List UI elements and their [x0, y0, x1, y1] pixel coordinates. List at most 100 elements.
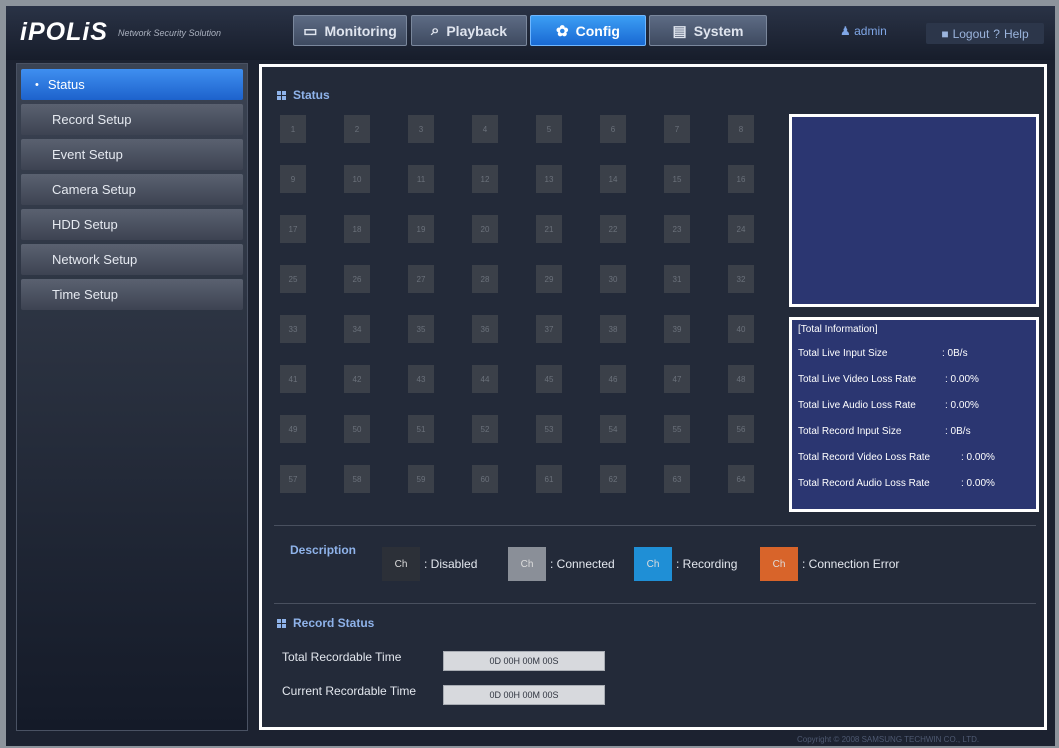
- channel-cell[interactable]: 46: [600, 365, 626, 393]
- channel-cell[interactable]: 33: [280, 315, 306, 343]
- channel-cell[interactable]: 17: [280, 215, 306, 243]
- tab-config[interactable]: ✿ Config: [530, 15, 646, 46]
- channel-cell[interactable]: 48: [728, 365, 754, 393]
- help-link[interactable]: Help: [1004, 27, 1029, 41]
- channel-cell[interactable]: 32: [728, 265, 754, 293]
- channel-cell[interactable]: 2: [344, 115, 370, 143]
- logout-icon: ■: [941, 26, 949, 41]
- channel-cell[interactable]: 13: [536, 165, 562, 193]
- sidebar-item-camera-setup[interactable]: Camera Setup: [21, 174, 243, 205]
- channel-cell[interactable]: 31: [664, 265, 690, 293]
- channel-cell[interactable]: 60: [472, 465, 498, 493]
- sidebar-item-network-setup[interactable]: Network Setup: [21, 244, 243, 275]
- channel-cell[interactable]: 36: [472, 315, 498, 343]
- channel-cell[interactable]: 25: [280, 265, 306, 293]
- total-info-title: [Total Information]: [798, 324, 878, 335]
- info-value: : 0.00%: [961, 452, 995, 463]
- channel-cell[interactable]: 5: [536, 115, 562, 143]
- channel-cell[interactable]: 61: [536, 465, 562, 493]
- channel-cell[interactable]: 4: [472, 115, 498, 143]
- channel-cell[interactable]: 18: [344, 215, 370, 243]
- channel-cell[interactable]: 26: [344, 265, 370, 293]
- channel-cell[interactable]: 8: [728, 115, 754, 143]
- sidebar-item-hdd-setup[interactable]: HDD Setup: [21, 209, 243, 240]
- channel-cell[interactable]: 29: [536, 265, 562, 293]
- channel-cell[interactable]: 58: [344, 465, 370, 493]
- tab-playback[interactable]: ⌕ Playback: [411, 15, 527, 46]
- channel-cell[interactable]: 34: [344, 315, 370, 343]
- sidebar-item-record-setup[interactable]: Record Setup: [21, 104, 243, 135]
- channel-cell[interactable]: 41: [280, 365, 306, 393]
- channel-cell[interactable]: 11: [408, 165, 434, 193]
- user-name: admin: [854, 24, 887, 38]
- channel-cell[interactable]: 22: [600, 215, 626, 243]
- channel-cell[interactable]: 56: [728, 415, 754, 443]
- channel-cell[interactable]: 42: [344, 365, 370, 393]
- gear-icon: ✿: [556, 22, 569, 40]
- info-value: : 0.00%: [945, 374, 979, 385]
- legend-swatch-recording: Ch: [634, 547, 672, 581]
- tab-system[interactable]: ▤ System: [649, 15, 767, 46]
- legend-text-connection-error: : Connection Error: [802, 557, 900, 571]
- tab-label: Monitoring: [324, 22, 397, 39]
- tab-monitoring[interactable]: ▭ Monitoring: [293, 15, 407, 46]
- status-title: Status: [293, 88, 330, 102]
- tab-label: System: [693, 22, 744, 39]
- channel-cell[interactable]: 19: [408, 215, 434, 243]
- channel-cell[interactable]: 10: [344, 165, 370, 193]
- channel-cell[interactable]: 52: [472, 415, 498, 443]
- channel-cell[interactable]: 12: [472, 165, 498, 193]
- channel-cell[interactable]: 59: [408, 465, 434, 493]
- channel-cell[interactable]: 3: [408, 115, 434, 143]
- channel-cell[interactable]: 47: [664, 365, 690, 393]
- channel-cell[interactable]: 15: [664, 165, 690, 193]
- channel-cell[interactable]: 27: [408, 265, 434, 293]
- channel-cell[interactable]: 51: [408, 415, 434, 443]
- channel-cell[interactable]: 64: [728, 465, 754, 493]
- channel-cell[interactable]: 6: [600, 115, 626, 143]
- channel-cell[interactable]: 57: [280, 465, 306, 493]
- divider: [274, 603, 1036, 604]
- legend-swatch-disabled: Ch: [382, 547, 420, 581]
- channel-cell[interactable]: 40: [728, 315, 754, 343]
- channel-cell[interactable]: 63: [664, 465, 690, 493]
- channel-cell[interactable]: 28: [472, 265, 498, 293]
- channel-cell[interactable]: 38: [600, 315, 626, 343]
- user-icon: ♟: [840, 24, 851, 38]
- sidebar-item-label: Camera Setup: [52, 182, 136, 197]
- sidebar-item-event-setup[interactable]: Event Setup: [21, 139, 243, 170]
- document-icon: ▤: [672, 22, 687, 40]
- channel-cell[interactable]: 54: [600, 415, 626, 443]
- channel-cell[interactable]: 20: [472, 215, 498, 243]
- sidebar-item-time-setup[interactable]: Time Setup: [21, 279, 243, 310]
- channel-cell[interactable]: 24: [728, 215, 754, 243]
- grid-icon: [277, 90, 286, 100]
- logout-link[interactable]: Logout: [953, 27, 990, 41]
- channel-cell[interactable]: 14: [600, 165, 626, 193]
- channel-cell[interactable]: 9: [280, 165, 306, 193]
- channel-cell[interactable]: 55: [664, 415, 690, 443]
- channel-cell[interactable]: 21: [536, 215, 562, 243]
- channel-cell[interactable]: 1: [280, 115, 306, 143]
- sidebar-item-status[interactable]: • Status: [21, 69, 243, 100]
- channel-cell[interactable]: 44: [472, 365, 498, 393]
- channel-cell[interactable]: 37: [536, 315, 562, 343]
- current-recordable-time-field: 0D 00H 00M 00S: [443, 685, 605, 705]
- sidebar-item-label: Status: [47, 77, 85, 92]
- info-row: Total Record Video Loss Rate : 0.00%: [798, 452, 1036, 478]
- channel-cell[interactable]: 49: [280, 415, 306, 443]
- legend-swatch-connected: Ch: [508, 547, 546, 581]
- channel-cell[interactable]: 23: [664, 215, 690, 243]
- channel-cell[interactable]: 43: [408, 365, 434, 393]
- channel-cell[interactable]: 7: [664, 115, 690, 143]
- channel-cell[interactable]: 30: [600, 265, 626, 293]
- channel-cell[interactable]: 50: [344, 415, 370, 443]
- channel-cell[interactable]: 62: [600, 465, 626, 493]
- info-label: Total Record Video Loss Rate: [798, 452, 931, 463]
- channel-cell[interactable]: 53: [536, 415, 562, 443]
- channel-cell[interactable]: 45: [536, 365, 562, 393]
- channel-cell[interactable]: 16: [728, 165, 754, 193]
- channel-cell[interactable]: 35: [408, 315, 434, 343]
- monitor-icon: ▭: [303, 22, 318, 40]
- channel-cell[interactable]: 39: [664, 315, 690, 343]
